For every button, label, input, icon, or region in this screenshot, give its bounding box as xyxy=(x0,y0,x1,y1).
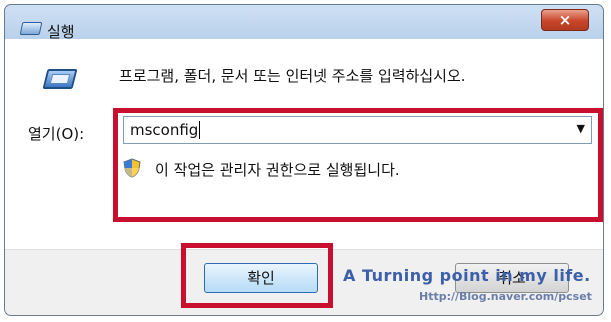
run-icon xyxy=(42,69,78,89)
run-icon-screen xyxy=(49,74,71,84)
ok-highlight-box xyxy=(181,243,333,308)
instruction-text: 프로그램, 폴더, 문서 또는 인터넷 주소를 입력하십시오. xyxy=(119,67,466,85)
run-dialog: 실행 × 프로그램, 폴더, 문서 또는 인터넷 주소를 입력하십시오. 열기(… xyxy=(4,4,604,316)
run-icon xyxy=(19,22,43,35)
title-bar: 실행 × xyxy=(5,5,603,41)
input-highlight-box xyxy=(113,108,603,222)
close-icon: × xyxy=(558,11,572,29)
watermark-url: Http://Blog.naver.com/pcset xyxy=(419,290,592,303)
open-label: 열기(O): xyxy=(28,125,85,143)
watermark-text: A Turning point in my life. xyxy=(343,266,591,285)
close-button[interactable]: × xyxy=(541,9,589,31)
